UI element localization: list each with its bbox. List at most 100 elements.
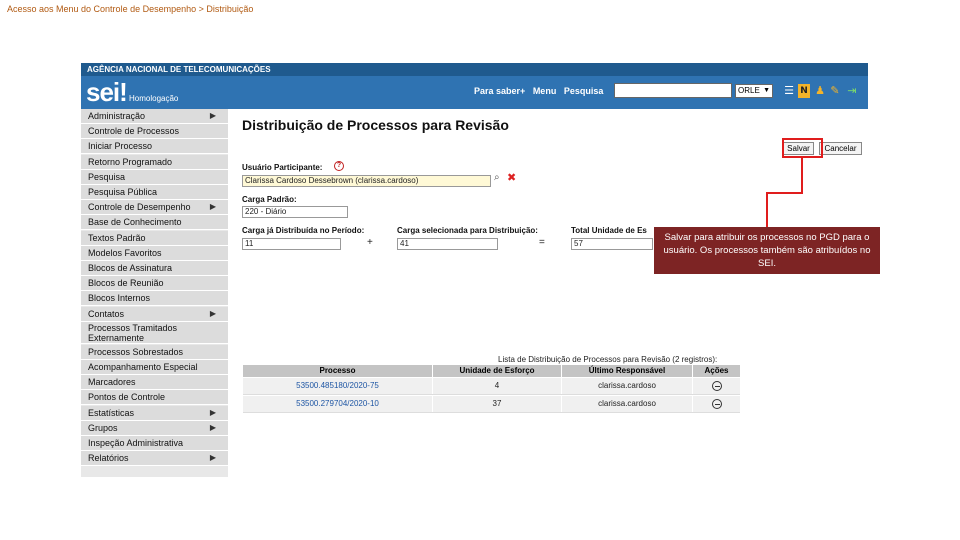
sidebar-item[interactable]: Relatórios ▶ [81,451,228,467]
sidebar-item[interactable]: Administração ▶ [81,109,228,124]
chevron-right-icon: ▶ [209,453,216,463]
sidebar-item-label: Blocos de Reunião [88,278,164,289]
unit-value: ORLE [738,86,760,95]
save-highlight-box [782,138,823,158]
sidebar-item[interactable]: Blocos Internos [81,291,228,307]
pen-icon[interactable]: ✎ [829,84,841,98]
actions-cell [693,396,740,412]
sei-logo[interactable]: sei! [86,78,128,106]
remove-process-icon[interactable] [711,380,722,391]
sidebar-item[interactable]: Estatísticas ▶ [81,405,228,421]
sidebar-item[interactable]: Textos Padrão [81,230,228,246]
sidebar-item[interactable]: Blocos de Assinatura [81,261,228,276]
unit-select[interactable]: ORLE ▼ [735,84,773,98]
actions-cell [693,378,740,394]
sidebar-item[interactable]: Pesquisa Pública [81,185,228,200]
chevron-right-icon: ▶ [209,202,216,212]
chevron-right-icon: ▶ [209,422,216,432]
chevron-right-icon: ▶ [209,111,216,120]
sidebar-item[interactable]: Marcadores [81,375,228,391]
sidebar-item[interactable]: Modelos Favoritos [81,245,228,261]
sidebar-item[interactable]: Contatos ▶ [81,306,228,322]
sidebar-item[interactable]: Grupos ▶ [81,420,228,436]
user-icon[interactable]: ♟ [814,84,826,98]
agency-bar: AGÊNCIA NACIONAL DE TELECOMUNICAÇÕES [81,63,868,76]
sidebar-item[interactable]: Pesquisa [81,169,228,185]
environment-label: Homologação [129,94,179,103]
effort-cell: 4 [433,378,562,394]
distributed-load-label: Carga já Distribuída no Período: [242,226,365,235]
standard-load-label: Carga Padrão: [242,195,297,204]
sidebar-item-label: Controle de Processos [88,126,180,137]
sidebar-item-label: Pesquisa [88,171,126,182]
list-icon[interactable]: ☰ [783,84,795,98]
sidebar-item[interactable]: Pontos de Controle [81,390,228,406]
sidebar-item[interactable]: Controle de Processos [81,124,228,140]
remove-icon[interactable]: ✖ [507,171,516,184]
link-menu[interactable]: Menu [533,86,557,96]
exit-icon[interactable]: ⇥ [846,84,858,98]
equals-sign: = [539,237,545,248]
sidebar-item-label: Blocos de Assinatura [88,263,173,273]
sidebar-item-label: Modelos Favoritos [88,247,162,258]
sidebar-item[interactable]: Acompanhamento Especial [81,360,228,375]
top-links: Para saber+ Menu Pesquisa [474,86,608,96]
sidebar-item[interactable]: Iniciar Processo [81,139,228,155]
process-link[interactable]: 53500.279704/2020-10 [243,396,433,412]
callout-note: Salvar para atribuir os processos no PGD… [654,227,880,274]
sidebar-item-label: Estatísticas [88,407,135,418]
process-link[interactable]: 53500.485180/2020-75 [243,378,433,394]
sidebar-item[interactable]: Processos Sobrestados [81,344,228,360]
distributed-load-field[interactable]: 11 [242,238,341,250]
search-input[interactable] [614,83,732,98]
plus-sign: + [367,237,373,248]
sidebar: Administração ▶ Controle de Processos Inici… [81,109,228,477]
table-header: Processo Unidade de Esforço Último Respo… [243,365,740,377]
participant-field[interactable]: Clarissa Cardoso Dessebrown (clarissa.ca… [242,175,491,187]
total-load-field[interactable]: 57 [571,238,653,250]
help-icon[interactable]: ? [334,161,344,171]
sidebar-item[interactable]: Processos Tramitados Externamente [81,321,228,344]
sidebar-item[interactable]: Retorno Programado [81,154,228,170]
effort-cell: 37 [433,396,562,412]
responsible-cell: clarissa.cardoso [562,396,693,412]
sidebar-item[interactable]: Controle de Desempenho ▶ [81,200,228,216]
sidebar-item[interactable]: Inspeção Administrativa [81,436,228,451]
link-pesquisa[interactable]: Pesquisa [564,86,604,96]
search-icon[interactable]: ⌕ [494,172,500,183]
link-para-saber[interactable]: Para saber+ [474,86,525,96]
sidebar-item[interactable]: Blocos de Reunião [81,276,228,292]
sidebar-item-label: Processos Tramitados Externamente [88,322,178,343]
responsible-cell: clarissa.cardoso [562,378,693,394]
agency-name: AGÊNCIA NACIONAL DE TELECOMUNICAÇÕES [87,65,271,74]
sidebar-item-label: Pontos de Controle [88,392,166,403]
sidebar-item-label: Controle de Desempenho [88,202,191,213]
sidebar-item-label: Acompanhamento Especial [88,362,198,372]
chevron-down-icon: ▼ [763,87,770,94]
table-caption: Lista de Distribuição de Processos para … [498,355,718,364]
header-effort[interactable]: Unidade de Esforço [433,365,562,377]
sidebar-item[interactable]: Base de Conhecimento [81,215,228,231]
chevron-right-icon: ▶ [209,407,216,417]
remove-process-icon[interactable] [711,398,722,409]
header-responsible[interactable]: Último Responsável [562,365,693,377]
table-row: 53500.485180/2020-75 4 clarissa.cardoso [243,378,740,395]
selected-load-field[interactable]: 41 [397,238,498,250]
sidebar-item-label: Inspeção Administrativa [88,438,184,448]
highlight-connector [766,192,768,228]
notification-icon[interactable]: N [798,84,810,98]
header-process[interactable]: Processo [243,365,433,377]
sidebar-item-label: Blocos Internos [88,293,151,304]
highlight-connector [801,158,803,194]
standard-load-field[interactable]: 220 - Diário [242,206,348,218]
table-row: 53500.279704/2020-10 37 clarissa.cardoso [243,396,740,413]
cancel-button[interactable]: Cancelar [819,142,862,155]
header-actions: Ações [704,366,729,375]
sidebar-item-label: Administração [88,111,146,121]
sidebar-item-label: Contatos [88,308,125,319]
selected-load-label: Carga selecionada para Distribuição: [397,226,538,235]
sidebar-item-label: Marcadores [88,377,136,388]
sidebar-item-label: Grupos [88,422,118,433]
sidebar-item-label: Iniciar Processo [88,141,153,152]
participant-label: Usuário Participante: [242,163,323,172]
